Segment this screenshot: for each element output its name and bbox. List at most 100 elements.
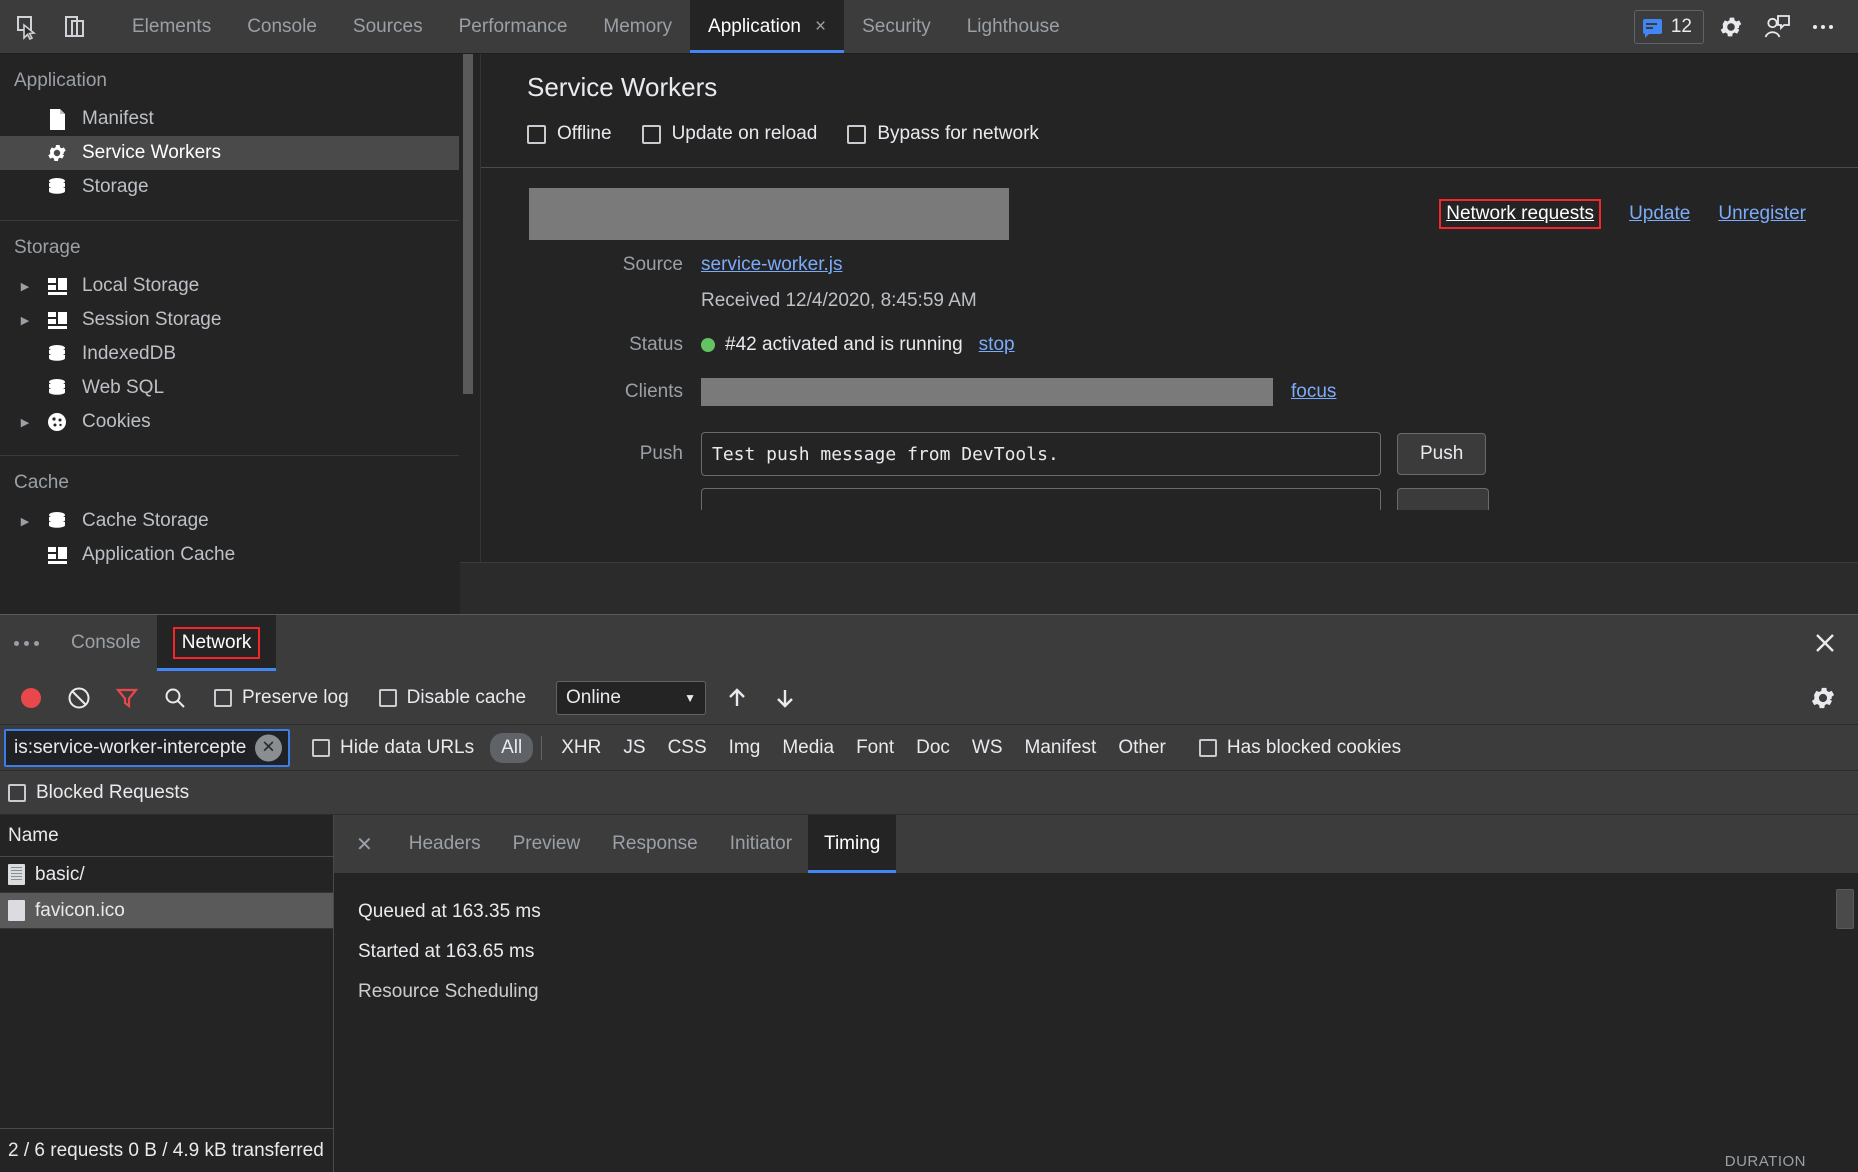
close-icon[interactable]: × <box>815 17 826 36</box>
request-list: Name basic/ favicon.ico 2 / 6 requests 0… <box>0 815 334 1172</box>
tab-label: Sources <box>353 16 423 38</box>
stop-link[interactable]: stop <box>979 334 1015 356</box>
clear-filter-icon[interactable]: ✕ <box>255 734 282 761</box>
checkbox-box <box>379 689 397 707</box>
sidebar-item-web-sql[interactable]: ▶ Web SQL <box>0 371 459 405</box>
filter-chip-font[interactable]: Font <box>845 733 905 763</box>
network-settings-gear-icon[interactable] <box>1806 681 1840 715</box>
detail-scrollbar-thumb[interactable] <box>1836 889 1854 929</box>
tab-console[interactable]: Console <box>229 0 335 53</box>
filter-chip-js[interactable]: JS <box>612 733 656 763</box>
checkbox-box <box>847 125 866 144</box>
close-detail-icon[interactable]: ✕ <box>334 815 393 873</box>
filter-chip-manifest[interactable]: Manifest <box>1014 733 1108 763</box>
tab-memory[interactable]: Memory <box>585 0 690 53</box>
blocked-requests-checkbox[interactable]: Blocked Requests <box>8 782 189 804</box>
push-label: Push <box>481 443 701 465</box>
tab-security[interactable]: Security <box>844 0 949 53</box>
tab-lighthouse[interactable]: Lighthouse <box>949 0 1078 53</box>
detail-tab-initiator[interactable]: Initiator <box>714 815 808 873</box>
push-button[interactable]: Push <box>1397 433 1486 475</box>
sidebar-item-label: Service Workers <box>82 142 221 164</box>
request-list-header[interactable]: Name <box>0 815 333 857</box>
table-row[interactable]: favicon.ico <box>0 893 333 929</box>
detail-tab-response[interactable]: Response <box>596 815 714 873</box>
expand-arrow-icon[interactable]: ▶ <box>18 314 32 327</box>
filter-chip-media[interactable]: Media <box>771 733 845 763</box>
source-file-link[interactable]: service-worker.js <box>701 254 842 276</box>
sidebar-item-local-storage[interactable]: ▶ Local Storage <box>0 269 459 303</box>
filter-chip-all[interactable]: All <box>490 733 533 763</box>
panel-scrollbar-thumb[interactable] <box>463 54 473 394</box>
filter-chip-other[interactable]: Other <box>1107 733 1177 763</box>
expand-arrow-icon[interactable]: ▶ <box>18 416 32 429</box>
bypass-for-network-checkbox[interactable]: Bypass for network <box>847 123 1039 145</box>
throttling-select[interactable]: Online ▼ <box>556 681 706 715</box>
filter-chip-doc[interactable]: Doc <box>905 733 961 763</box>
inspect-element-icon[interactable] <box>10 10 44 44</box>
sidebar-item-storage[interactable]: ▶ Storage <box>0 170 459 204</box>
sidebar-item-label: Application Cache <box>82 544 235 566</box>
settings-gear-icon[interactable] <box>1712 8 1750 46</box>
table-icon <box>44 277 70 296</box>
service-workers-panel: Service Workers Offline Update on reload… <box>460 54 1858 614</box>
detail-tab-headers[interactable]: Headers <box>393 815 497 873</box>
filter-chip-css[interactable]: CSS <box>657 733 718 763</box>
sidebar-item-cache-storage[interactable]: ▶ Cache Storage <box>0 504 459 538</box>
filter-input[interactable] <box>4 729 290 767</box>
sidebar-item-label: Cookies <box>82 411 151 433</box>
sync-input-partial[interactable] <box>701 488 1381 510</box>
drawer-tab-console[interactable]: Console <box>55 615 157 671</box>
tab-sources[interactable]: Sources <box>335 0 441 53</box>
download-icon[interactable] <box>768 681 802 715</box>
panel-scrollbar-track[interactable] <box>460 54 480 614</box>
network-requests-area: Name basic/ favicon.ico 2 / 6 requests 0… <box>0 815 1858 1172</box>
user-feedback-icon[interactable] <box>1758 8 1796 46</box>
toolbar-left-icons <box>0 0 100 53</box>
offline-checkbox[interactable]: Offline <box>527 123 612 145</box>
disable-cache-checkbox[interactable]: Disable cache <box>379 687 526 709</box>
filter-chip-xhr[interactable]: XHR <box>550 733 612 763</box>
tab-elements[interactable]: Elements <box>114 0 229 53</box>
filter-button[interactable] <box>110 681 144 715</box>
sidebar-item-cookies[interactable]: ▶ Cookies <box>0 405 459 439</box>
unregister-link[interactable]: Unregister <box>1718 203 1806 225</box>
network-requests-link[interactable]: Network requests <box>1439 199 1601 229</box>
drawer-tab-network[interactable]: Network <box>157 615 277 671</box>
detail-tab-preview[interactable]: Preview <box>497 815 597 873</box>
update-link[interactable]: Update <box>1629 203 1690 225</box>
sidebar-item-session-storage[interactable]: ▶ Session Storage <box>0 303 459 337</box>
more-options-icon[interactable] <box>1804 8 1842 46</box>
clear-button[interactable] <box>62 681 96 715</box>
database-icon <box>44 377 70 399</box>
has-blocked-cookies-checkbox[interactable]: Has blocked cookies <box>1199 737 1401 759</box>
drawer-close-icon[interactable] <box>1812 615 1858 671</box>
detail-tab-timing[interactable]: Timing <box>808 815 896 873</box>
tab-performance[interactable]: Performance <box>441 0 586 53</box>
device-toolbar-icon[interactable] <box>58 10 92 44</box>
source-label: Source <box>481 254 701 276</box>
tab-application[interactable]: Application × <box>690 0 844 53</box>
expand-arrow-icon[interactable]: ▶ <box>18 515 32 528</box>
record-button[interactable] <box>14 681 48 715</box>
expand-arrow-icon[interactable]: ▶ <box>18 280 32 293</box>
sidebar-item-application-cache[interactable]: ▶ Application Cache <box>0 538 459 572</box>
search-button[interactable] <box>158 681 192 715</box>
preserve-log-checkbox[interactable]: Preserve log <box>214 687 349 709</box>
table-row[interactable]: basic/ <box>0 857 333 893</box>
focus-link[interactable]: focus <box>1291 381 1336 403</box>
update-on-reload-checkbox[interactable]: Update on reload <box>642 123 818 145</box>
filter-chip-ws[interactable]: WS <box>961 733 1014 763</box>
sync-button-partial[interactable] <box>1397 488 1489 510</box>
upload-icon[interactable] <box>720 681 754 715</box>
drawer-more-options-icon[interactable] <box>0 615 55 671</box>
resource-scheduling-heading: Resource Scheduling <box>358 981 1858 1003</box>
sw-clients-row: Clients focus <box>481 378 1858 406</box>
push-message-input[interactable] <box>701 432 1381 476</box>
sidebar-item-service-workers[interactable]: ▶ Service Workers <box>0 136 459 170</box>
sidebar-item-manifest[interactable]: ▶ Manifest <box>0 102 459 136</box>
message-count-badge[interactable]: 12 <box>1634 10 1704 44</box>
sidebar-item-indexeddb[interactable]: ▶ IndexedDB <box>0 337 459 371</box>
hide-data-urls-checkbox[interactable]: Hide data URLs <box>312 737 474 759</box>
filter-chip-img[interactable]: Img <box>718 733 772 763</box>
